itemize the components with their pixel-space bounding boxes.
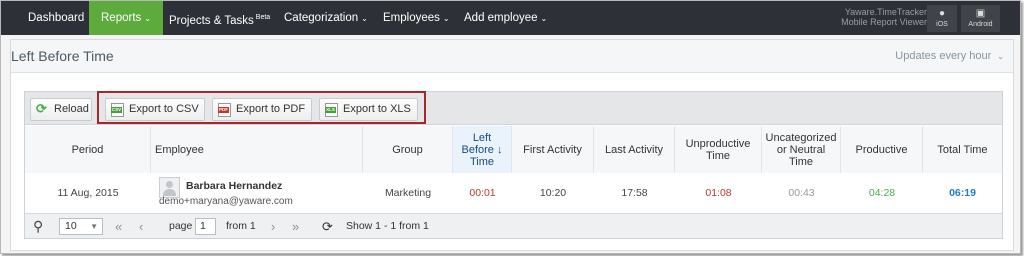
employee-email: demo+maryana@yaware.com — [159, 196, 293, 207]
mobile-viewer-label: Yaware.TimeTracker Mobile Report Viewer — [841, 7, 927, 27]
highlight-export-buttons — [97, 91, 426, 124]
column-header-first-activity[interactable]: First Activity — [512, 126, 594, 173]
last-page-icon[interactable]: » — [292, 218, 299, 235]
refresh-icon[interactable]: ⟳ — [322, 218, 333, 235]
refresh-icon: ⟳ — [36, 101, 47, 116]
pagination-bar: ⚲ 10 ▼ « ‹ page 1 from 1 › » ⟳ Show 1 - … — [25, 213, 1002, 238]
page-size-select[interactable]: 10 ▼ — [59, 218, 103, 235]
chevron-down-icon: ⌄ — [442, 14, 450, 23]
chevron-down-icon: ⌄ — [540, 14, 548, 23]
reload-button[interactable]: ⟳ Reload — [30, 98, 92, 121]
cell-employee: Barbara Hernandez demo+maryana@yaware.co… — [159, 175, 363, 210]
first-page-icon[interactable]: « — [115, 218, 122, 235]
nav-categorization[interactable]: Categorization ⌄ — [271, 1, 381, 35]
cell-group: Marketing — [384, 186, 432, 199]
column-header-productive[interactable]: Productive — [841, 126, 923, 173]
next-page-icon[interactable]: › — [271, 218, 275, 235]
app-window: Dashboard Reports ⌄ Projects & Tasks Beta … — [0, 0, 1021, 254]
ios-app-button[interactable]: ● iOS — [927, 5, 957, 32]
panel-header: Left Before Time Updates every hour ⌄ — [11, 40, 1013, 73]
cell-productive: 04:28 — [868, 186, 896, 199]
chevron-down-icon: ⌄ — [144, 14, 151, 23]
column-header-left-before-time[interactable]: Left Before ↓ Time — [453, 126, 512, 173]
chevron-down-icon: ⌄ — [361, 14, 368, 23]
column-header-total-time[interactable]: Total Time — [923, 126, 1002, 173]
prev-page-icon[interactable]: ‹ — [139, 218, 143, 235]
nav-reports[interactable]: Reports ⌄ — [89, 1, 163, 35]
search-icon[interactable]: ⚲ — [33, 218, 43, 235]
column-header-employee[interactable]: Employee — [151, 126, 363, 173]
nav-dashboard[interactable]: Dashboard — [15, 1, 97, 35]
column-header-period[interactable]: Period — [25, 126, 151, 173]
page-number-input[interactable]: 1 — [195, 218, 216, 235]
column-header-group[interactable]: Group — [363, 126, 453, 173]
nav-employees[interactable]: Employees ⌄ — [370, 1, 463, 35]
cell-uncategorized-time: 00:43 — [788, 186, 815, 199]
column-header-unproductive-time[interactable]: Unproductive Time — [675, 126, 762, 173]
nav-projects-tasks[interactable]: Projects & Tasks Beta — [156, 1, 283, 35]
report-panel: Left Before Time Updates every hour ⌄ ⟳ R… — [10, 39, 1014, 251]
records-summary: Show 1 - 1 from 1 — [346, 220, 429, 232]
cell-total-time: 06:19 — [949, 186, 976, 199]
page-title: Left Before Time — [11, 48, 114, 64]
apple-icon: ● — [938, 8, 946, 19]
android-app-button[interactable]: ▣ Android — [961, 5, 1000, 32]
chevron-down-icon: ▼ — [90, 222, 98, 231]
column-header-uncategorized-time[interactable]: Uncategorized or Neutral Time — [762, 126, 841, 173]
android-icon: ▣ — [975, 8, 986, 19]
employee-name[interactable]: Barbara Hernandez — [186, 180, 282, 192]
cell-unproductive-time: 01:08 — [705, 186, 732, 199]
cell-first-activity: 10:20 — [539, 186, 567, 199]
avatar — [159, 177, 180, 198]
cell-last-activity: 17:58 — [621, 186, 648, 199]
cell-left-before-time: 00:01 — [469, 186, 496, 199]
chevron-down-icon: ⌄ — [997, 52, 1004, 61]
top-navigation: Dashboard Reports ⌄ Projects & Tasks Beta … — [1, 1, 1020, 35]
update-frequency[interactable]: Updates every hour ⌄ — [895, 50, 1004, 62]
column-header-last-activity[interactable]: Last Activity — [594, 126, 675, 173]
cell-period: 11 Aug, 2015 — [57, 186, 119, 199]
page-count-label: from 1 — [226, 220, 256, 232]
nav-add-employee[interactable]: Add employee ⌄ — [451, 1, 560, 35]
beta-badge: Beta — [255, 14, 271, 21]
page-label: page — [169, 220, 193, 232]
